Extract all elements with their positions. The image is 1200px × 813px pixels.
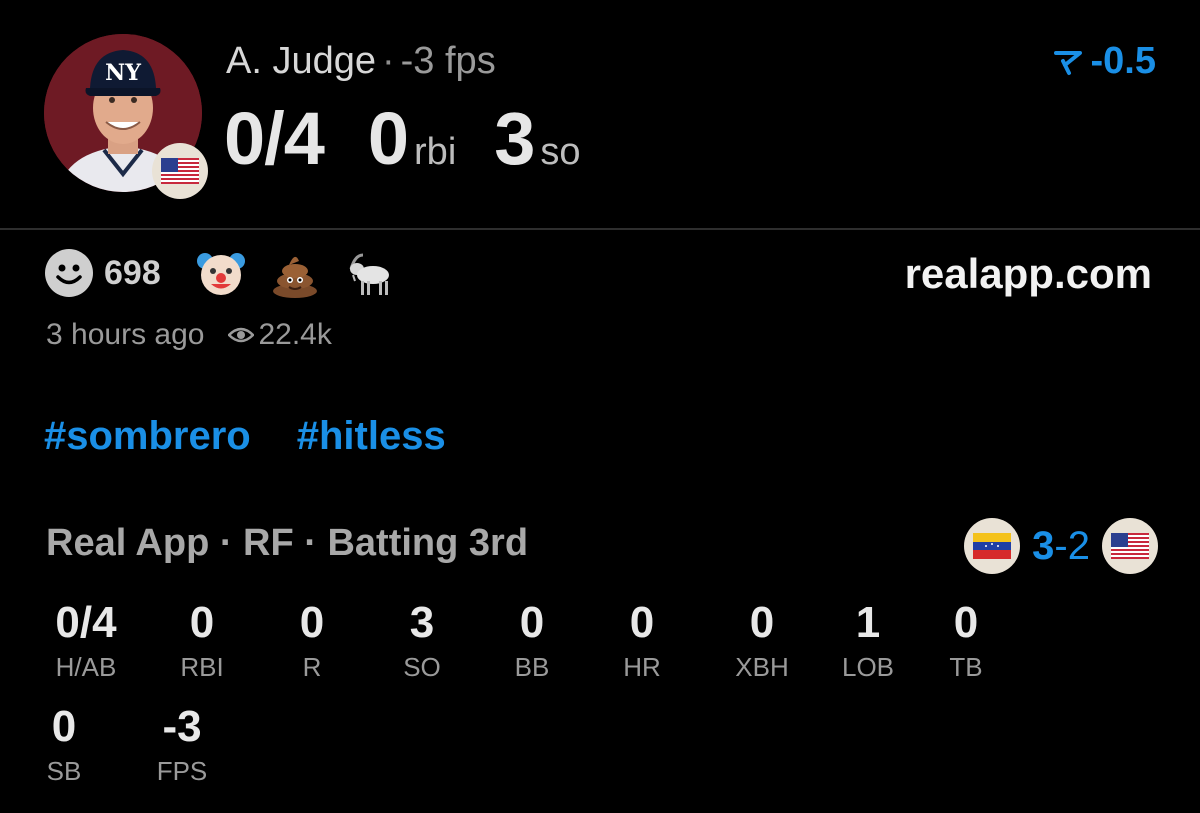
stat-tb: 0 TB	[916, 598, 1016, 683]
stat-value: -3	[162, 702, 202, 751]
post-time: 3 hours ago	[46, 318, 205, 351]
line-value: -0.5	[1090, 40, 1156, 82]
post-meta: 3 hours ago 22.4k	[46, 318, 332, 352]
stat-value: 1	[855, 598, 881, 647]
eye-icon	[228, 327, 255, 343]
score-away: 2	[1067, 523, 1090, 568]
svg-text:NY: NY	[105, 60, 141, 86]
player-fps: -3 fps	[400, 40, 496, 82]
stat-label: RBI	[180, 652, 224, 682]
reaction-count: 698	[104, 253, 161, 292]
stat-label: SO	[403, 652, 441, 682]
stat-bb: 0 BB	[482, 598, 582, 683]
hashtag-hitless[interactable]: #hitless	[297, 414, 446, 459]
stat-value: 0	[629, 598, 655, 647]
stat-label: BB	[514, 652, 550, 682]
score-home: 3	[1032, 523, 1055, 568]
hashtag-sombrero[interactable]: #sombrero	[44, 414, 251, 459]
player-statline: 0/4 0 rbi 3 so	[224, 96, 619, 181]
game-score[interactable]: 3-2	[964, 518, 1158, 574]
venezuela-flag-icon	[964, 518, 1021, 574]
stat-xbh: 0 XBH	[712, 598, 812, 683]
stat-value: 0	[299, 598, 325, 647]
stat-value: 0	[51, 702, 77, 751]
stat-label: LOB	[841, 652, 895, 682]
player-name-line: A. Judge · -3 fps	[226, 40, 496, 83]
stat-label: SB	[46, 756, 82, 786]
game-info: Real App · RF · Batting 3rd	[46, 522, 529, 564]
goat-icon[interactable]	[343, 247, 395, 299]
rbi-unit: rbi	[414, 131, 457, 173]
stat-label: FPS	[156, 756, 208, 786]
score-text: 3-2	[1032, 524, 1090, 569]
stat-sb: 0 SB	[14, 702, 114, 787]
so-unit: so	[540, 131, 581, 173]
usa-flag-icon	[1102, 518, 1158, 574]
so-value: 3	[494, 97, 535, 180]
score-separator: -	[1054, 523, 1068, 568]
stat-value: 0	[953, 598, 979, 647]
view-count: 22.4k	[258, 318, 332, 351]
rbi-value: 0	[367, 97, 409, 180]
poop-icon[interactable]	[269, 247, 321, 299]
clown-icon[interactable]	[195, 247, 247, 299]
stat-value: 0	[519, 598, 545, 647]
stat-value: 0	[189, 598, 215, 647]
stat-label: TB	[949, 652, 983, 682]
usa-flag-icon	[152, 143, 208, 199]
reactions-bar: 698	[44, 248, 417, 298]
stat-rbi: 0 RBI	[152, 598, 252, 683]
stat-value: 0/4	[55, 598, 117, 647]
stat-label: HR	[623, 652, 661, 682]
stat-value: 3	[409, 598, 435, 647]
stat-fps: -3 FPS	[132, 702, 232, 787]
line-direction-icon	[1053, 50, 1082, 75]
stat-label: R	[302, 652, 322, 682]
line-indicator[interactable]: -0.5	[1053, 40, 1156, 83]
site-link[interactable]: realapp.com	[905, 250, 1152, 298]
stat-label: XBH	[735, 652, 789, 682]
player-name[interactable]: A. Judge	[226, 40, 376, 82]
stat-r: 0 R	[262, 598, 362, 683]
stat-value: 0	[749, 598, 775, 647]
stat-lob: 1 LOB	[818, 598, 918, 683]
divider	[0, 228, 1200, 230]
smiley-icon[interactable]	[44, 248, 94, 298]
stat-h-ab: 0/4 H/AB	[36, 598, 136, 683]
stat-label: H/AB	[55, 652, 117, 682]
hits-at-bats: 0/4	[224, 97, 325, 180]
separator: ·	[382, 40, 395, 82]
hashtags: #sombrero #hitless	[44, 414, 492, 459]
stat-hr: 0 HR	[592, 598, 692, 683]
stat-so: 3 SO	[372, 598, 472, 683]
